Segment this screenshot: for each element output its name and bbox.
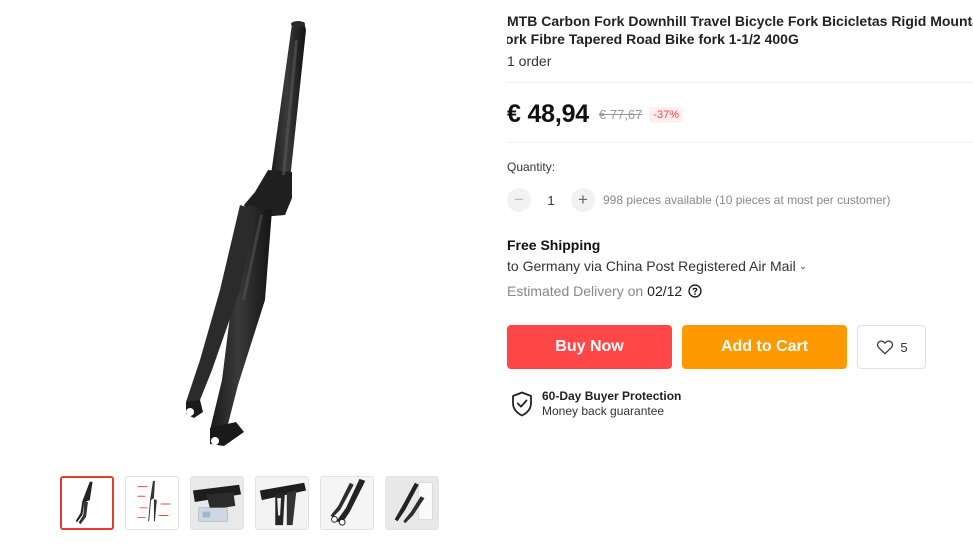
price-row: € 48,94 € 77,67 -37%	[507, 100, 684, 129]
discount-badge: -37%	[649, 106, 684, 123]
product-main-image[interactable]	[0, 0, 495, 465]
shipping-destination-selector[interactable]: to Germany via China Post Registered Air…	[507, 258, 807, 274]
wishlist-count: 5	[900, 339, 908, 355]
thumbnail-fork-closeup-angle[interactable]	[255, 476, 309, 530]
estimated-delivery-date: 02/12	[647, 283, 683, 299]
quantity-increase-button[interactable]: +	[571, 188, 595, 212]
product-title-line2: ork Fibre Tapered Road Bike fork 1-1/2 4…	[507, 31, 799, 47]
estimated-delivery: Estimated Delivery on 02/12	[507, 283, 702, 299]
estimated-delivery-label: Estimated Delivery on	[507, 283, 644, 299]
quantity-stepper: − 1 + 998 pieces available (10 pieces at…	[507, 188, 890, 212]
product-title-line1: MTB Carbon Fork Downhill Travel Bicycle …	[507, 13, 973, 29]
thumbnail-fork-dropout-closeup[interactable]	[320, 476, 374, 530]
thumbnail-strip	[60, 476, 439, 530]
divider	[507, 82, 973, 83]
thumbnail-fork-crown-closeup[interactable]	[190, 476, 244, 530]
shipping-title: Free Shipping	[507, 237, 601, 253]
thumbnail-fork-on-box[interactable]	[385, 476, 439, 530]
shield-check-icon	[512, 391, 532, 417]
quantity-available-text: 998 pieces available (10 pieces at most …	[603, 193, 891, 207]
current-price: € 48,94	[507, 100, 590, 128]
carbon-fork-image	[186, 21, 306, 446]
buyer-protection-title: 60-Day Buyer Protection	[542, 389, 682, 403]
quantity-label: Quantity:	[507, 160, 556, 174]
divider	[507, 142, 973, 143]
thumbnail-fork-side-view[interactable]	[60, 476, 114, 530]
order-count: 1 order	[507, 53, 552, 69]
buyer-protection-subtitle: Money back guarantee	[542, 404, 665, 418]
shipping-destination-text: to Germany via China Post Registered Air…	[507, 258, 796, 274]
wishlist-button[interactable]: 5	[857, 325, 926, 369]
buy-now-button[interactable]: Buy Now	[507, 325, 672, 369]
heart-icon	[877, 340, 894, 355]
quantity-decrease-button[interactable]: −	[507, 188, 531, 212]
add-to-cart-button[interactable]: Add to Cart	[682, 325, 847, 369]
quantity-value[interactable]: 1	[531, 193, 571, 208]
original-price: € 77,67	[599, 107, 643, 122]
thumbnail-fork-dimension-diagram[interactable]	[125, 476, 179, 530]
question-circle-icon[interactable]	[688, 284, 702, 298]
product-title: MTB Carbon Fork Downhill Travel Bicycle …	[507, 12, 973, 48]
chevron-down-icon: ⌄	[798, 260, 808, 272]
buyer-protection: 60-Day Buyer Protection Money back guara…	[511, 389, 681, 419]
